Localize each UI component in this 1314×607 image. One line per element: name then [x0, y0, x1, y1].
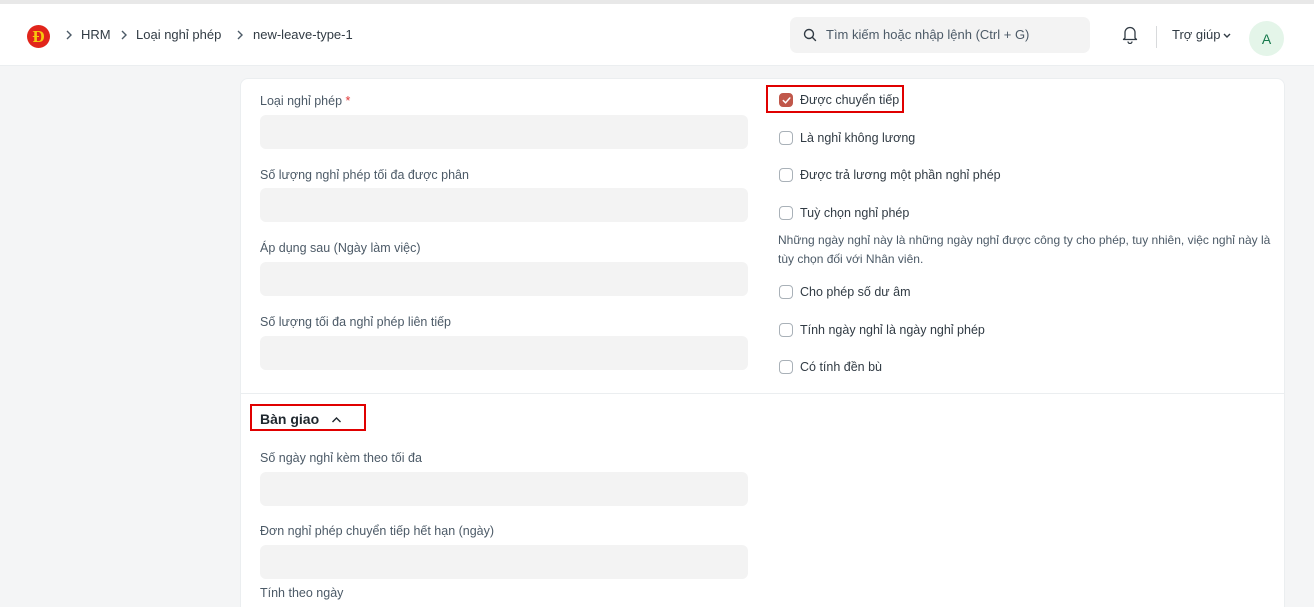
checkbox-label: Là nghỉ không lương	[800, 131, 916, 145]
chevron-right-icon	[66, 30, 72, 40]
checkbox-box[interactable]	[779, 206, 793, 220]
search-bar[interactable]: Tìm kiếm hoặc nhập lệnh (Ctrl + G)	[790, 17, 1090, 53]
max-leaves-allowed-input[interactable]	[260, 188, 748, 222]
chevron-down-icon[interactable]	[1222, 32, 1232, 40]
breadcrumb-current-doc[interactable]: new-leave-type-1	[253, 27, 353, 43]
field-label-calculate-by-days: Tính theo ngày	[260, 586, 344, 600]
carry-forward-expiry-input[interactable]	[260, 545, 748, 579]
app-logo[interactable]: Đ	[27, 25, 50, 48]
checkbox-box[interactable]	[779, 360, 793, 374]
checkbox-label: Có tính đền bù	[800, 360, 883, 374]
checkbox-box[interactable]	[779, 323, 793, 337]
breadcrumb-leave-type[interactable]: Loại nghỉ phép	[136, 27, 221, 43]
checkbox-label: Được trả lương một phần nghỉ phép	[800, 168, 1001, 182]
chevron-right-icon	[237, 30, 243, 40]
applicable-after-input[interactable]	[260, 262, 748, 296]
user-avatar[interactable]: A	[1249, 21, 1284, 56]
help-menu-button[interactable]: Trợ giúp	[1172, 27, 1221, 42]
search-placeholder: Tìm kiếm hoặc nhập lệnh (Ctrl + G)	[826, 27, 1030, 42]
checkbox-box[interactable]	[779, 285, 793, 299]
highlight-box-handover-section	[250, 404, 366, 431]
highlight-box-carry-forward	[766, 85, 904, 113]
logo-letter: Đ	[32, 27, 45, 46]
leave-type-name-input[interactable]	[260, 115, 748, 149]
field-label-carry-forward-expiry: Đơn nghỉ phép chuyển tiếp hết hạn (ngày)	[260, 524, 495, 538]
field-label-applicable-after: Áp dụng sau (Ngày làm việc)	[260, 241, 421, 255]
checkbox-box[interactable]	[779, 131, 793, 145]
field-label-max-attached-days: Số ngày nghỉ kèm theo tối đa	[260, 451, 422, 465]
avatar-letter: A	[1261, 30, 1272, 47]
top-navbar: Đ HRM Loại nghỉ phép new-leave-type-1 Tì…	[0, 0, 1314, 66]
field-label-leave-type-name: Loại nghỉ phép *	[260, 94, 350, 109]
required-mark: *	[345, 94, 351, 108]
checkbox-box[interactable]	[779, 168, 793, 182]
search-icon	[803, 28, 817, 42]
notification-bell-icon[interactable]	[1121, 24, 1139, 44]
field-label-max-leaves-allowed: Số lượng nghỉ phép tối đa được phân	[260, 168, 469, 182]
max-continuous-days-input[interactable]	[260, 336, 748, 370]
section-divider	[240, 393, 1285, 394]
chevron-right-icon	[121, 30, 127, 40]
field-label-text: Loại nghỉ phép	[260, 94, 343, 108]
checkbox-label: Cho phép số dư âm	[800, 285, 911, 299]
navbar-divider	[1156, 26, 1157, 48]
optional-leave-description: Những ngày nghỉ này là những ngày nghỉ đ…	[778, 233, 1271, 266]
checkbox-label: Tuỳ chọn nghỉ phép	[800, 206, 910, 220]
max-attached-days-input[interactable]	[260, 472, 748, 506]
checkbox-label: Tính ngày nghỉ là ngày nghỉ phép	[800, 323, 985, 337]
breadcrumb-hrm[interactable]: HRM	[81, 27, 111, 43]
field-label-max-continuous-days: Số lượng tối đa nghỉ phép liên tiếp	[260, 315, 452, 329]
